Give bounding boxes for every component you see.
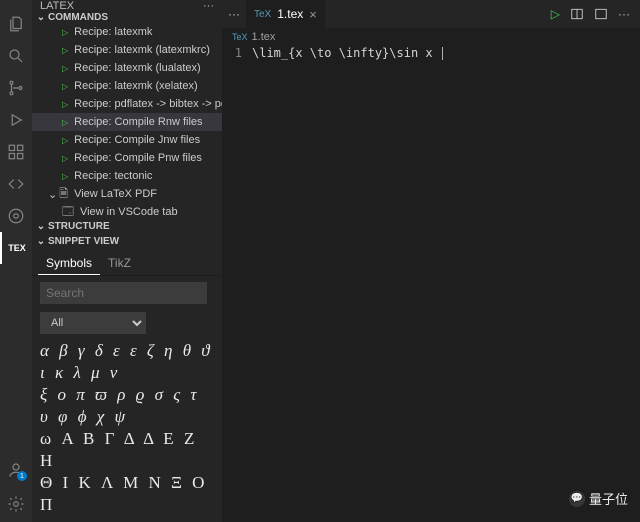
more-icon[interactable]: ··· xyxy=(203,0,214,12)
commands-tree: ▷Recipe: latexmk ▷Recipe: latexmk (latex… xyxy=(32,23,222,221)
latex-workshop-icon[interactable]: TEX xyxy=(0,232,32,264)
symbol-row[interactable]: ω A B Γ Δ Δ E Z H xyxy=(40,428,214,472)
sidebar: LATEX ··· ⌄ COMMANDS ▷Recipe: latexmk ▷R… xyxy=(32,0,222,522)
tab-symbols[interactable]: Symbols xyxy=(38,252,100,275)
snippet-tabs: Symbols TikZ xyxy=(32,250,222,276)
recipe-item[interactable]: ▷Recipe: tectonic xyxy=(32,167,222,185)
code-area[interactable]: 1 \lim_{x \to \infty}\sin x xyxy=(222,46,640,60)
files-icon[interactable] xyxy=(0,8,32,40)
editor-more-icon[interactable]: ··· xyxy=(618,7,630,21)
settings-gear-icon[interactable] xyxy=(0,488,32,520)
view-vscode-tab-item[interactable]: 🗔View in VSCode tab xyxy=(32,203,222,221)
symbol-grid[interactable]: α β γ δ ε ε ζ η θ ϑ ι κ λ μ ν ξ ο π ϖ ρ … xyxy=(32,336,222,522)
recipe-item[interactable]: ▷Recipe: latexmk xyxy=(32,23,222,41)
recipe-item[interactable]: ▷Recipe: latexmk (xelatex) xyxy=(32,77,222,95)
breadcrumb-file: 1.tex xyxy=(252,31,276,43)
editor-tab-label: 1.tex xyxy=(277,7,303,21)
section-snippet-label: SNIPPET VIEW xyxy=(48,236,119,247)
breadcrumb[interactable]: TeX 1.tex xyxy=(222,28,640,46)
view-pdf-item[interactable]: ⌄🗎View LaTeX PDF xyxy=(32,185,222,203)
activity-bar: TEX 1 xyxy=(0,0,32,522)
close-icon[interactable]: × xyxy=(309,7,317,22)
accounts-badge: 1 xyxy=(17,471,27,481)
file-pdf-icon: 🗎 xyxy=(59,185,68,203)
run-icon[interactable]: ▷ xyxy=(551,7,560,21)
text-cursor xyxy=(442,47,443,60)
recipe-item[interactable]: ▷Recipe: Compile Jnw files xyxy=(32,131,222,149)
symbol-row[interactable]: α β γ δ ε ε ζ η θ ϑ ι κ λ μ ν xyxy=(40,340,214,384)
editor-tab[interactable]: TeX 1.tex × xyxy=(246,0,325,28)
editor-area: ··· TeX 1.tex × ▷ ··· TeX 1.tex 1 \lim_{… xyxy=(222,0,640,522)
section-snippet[interactable]: ⌄ SNIPPET VIEW xyxy=(32,232,222,250)
chevron-down-icon: ⌄ xyxy=(34,236,48,247)
sidebar-title: LATEX ··· xyxy=(32,0,222,12)
watermark: 💬 量子位 xyxy=(569,489,628,508)
chevron-down-icon: ⌄ xyxy=(34,221,48,232)
watermark-text: 量子位 xyxy=(589,489,628,508)
testing-icon[interactable] xyxy=(0,200,32,232)
search-icon[interactable] xyxy=(0,40,32,72)
layout-icon[interactable] xyxy=(594,7,608,21)
accounts-icon[interactable]: 1 xyxy=(0,454,32,486)
recipe-item-selected[interactable]: ▷Recipe: Compile Rnw files xyxy=(32,113,222,131)
symbol-category-select[interactable]: All xyxy=(40,312,146,334)
sidebar-title-label: LATEX xyxy=(40,0,74,12)
symbol-search-input[interactable] xyxy=(40,282,207,304)
editor-actions: ▷ ··· xyxy=(551,7,640,21)
line-number: 1 xyxy=(222,46,252,60)
section-commands[interactable]: ⌄ COMMANDS xyxy=(32,12,222,23)
symbol-row[interactable]: ξ ο π ϖ ρ ϱ σ ς τ υ φ ϕ χ ψ xyxy=(40,384,214,428)
tab-more-icon[interactable]: ··· xyxy=(222,7,246,21)
tex-file-icon: TeX xyxy=(232,32,248,42)
tex-file-icon: TeX xyxy=(254,9,271,20)
tab-tikz[interactable]: TikZ xyxy=(100,252,139,275)
recipe-item[interactable]: ▷Recipe: pdflatex -> bibtex -> pdflat... xyxy=(32,95,222,113)
section-structure[interactable]: ⌄ STRUCTURE xyxy=(32,221,222,232)
recipe-item[interactable]: ▷Recipe: latexmk (latexmkrc) xyxy=(32,41,222,59)
code-line[interactable]: \lim_{x \to \infty}\sin x xyxy=(252,46,443,60)
section-commands-label: COMMANDS xyxy=(48,12,108,23)
wechat-icon: 💬 xyxy=(569,491,585,507)
preview-icon: 🗔 xyxy=(62,203,74,221)
recipe-item[interactable]: ▷Recipe: latexmk (lualatex) xyxy=(32,59,222,77)
section-structure-label: STRUCTURE xyxy=(48,221,110,232)
editor-tab-bar: ··· TeX 1.tex × ▷ ··· xyxy=(222,0,640,28)
run-debug-icon[interactable] xyxy=(0,104,32,136)
extensions-icon[interactable] xyxy=(0,136,32,168)
symbol-row[interactable]: Θ I K Λ M N Ξ O Π xyxy=(40,472,214,516)
recipe-item[interactable]: ▷Recipe: Compile Pnw files xyxy=(32,149,222,167)
source-control-icon[interactable] xyxy=(0,72,32,104)
chevron-down-icon: ⌄ xyxy=(34,12,48,23)
split-editor-icon[interactable] xyxy=(570,7,584,21)
chevron-down-icon: ⌄ xyxy=(48,188,57,201)
remote-icon[interactable] xyxy=(0,168,32,200)
snippet-view: ⌄ SNIPPET VIEW Symbols TikZ All α β γ δ … xyxy=(32,232,222,522)
